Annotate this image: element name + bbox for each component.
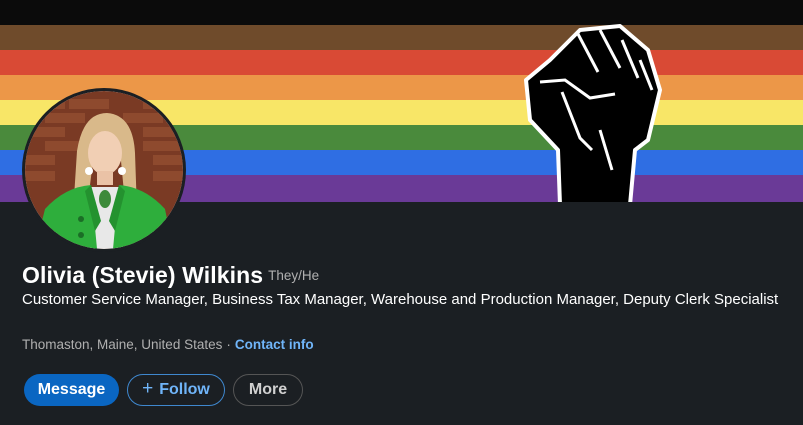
more-button[interactable]: More — [233, 374, 303, 406]
profile-actions: Message + Follow More — [24, 374, 303, 406]
profile-headline: Customer Service Manager, Business Tax M… — [22, 291, 779, 308]
profile-name: Olivia (Stevie) Wilkins — [22, 262, 264, 288]
message-button[interactable]: Message — [24, 374, 119, 406]
location-row: Thomaston, Maine, United States · Contact … — [22, 337, 314, 352]
banner-stripe-brown — [0, 25, 803, 50]
banner-stripe-red — [0, 50, 803, 75]
follow-button[interactable]: + Follow — [127, 374, 225, 406]
follow-button-label: Follow — [159, 381, 210, 398]
message-button-label: Message — [37, 381, 106, 398]
profile-card: Olivia (Stevie) Wilkins They/He Customer… — [0, 0, 803, 425]
contact-info-link[interactable]: Contact info — [235, 337, 314, 352]
more-button-label: More — [248, 381, 288, 398]
raised-fist-icon — [524, 24, 662, 202]
profile-location: Thomaston, Maine, United States — [22, 337, 223, 352]
location-separator: · — [226, 337, 231, 352]
profile-avatar[interactable] — [22, 88, 186, 252]
avatar-photo — [25, 91, 183, 249]
name-row: Olivia (Stevie) Wilkins They/He — [22, 262, 319, 289]
plus-icon: + — [142, 378, 154, 399]
profile-pronouns: They/He — [268, 268, 320, 283]
